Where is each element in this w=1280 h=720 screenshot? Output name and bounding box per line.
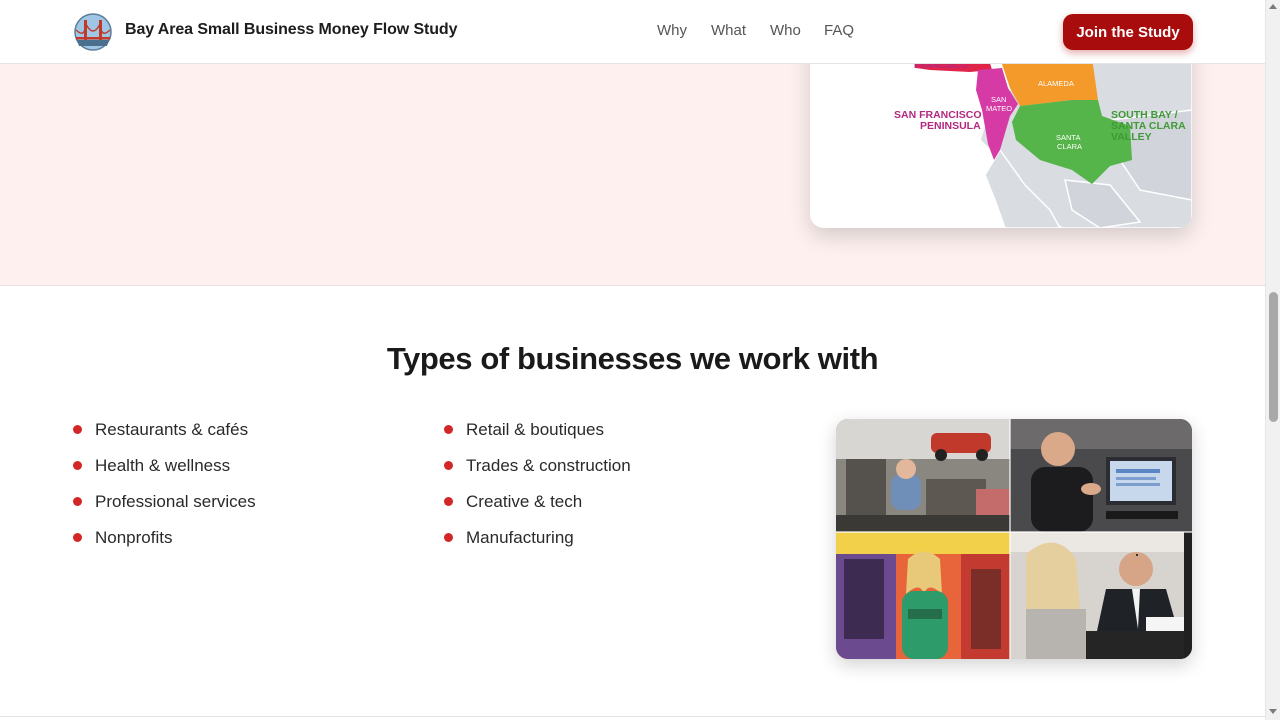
site-header: Bay Area Small Business Money Flow Study… — [0, 0, 1265, 64]
list-item: Nonprofits — [73, 527, 256, 563]
list-item: Creative & tech — [444, 491, 631, 527]
list-item-label: Retail & boutiques — [466, 420, 604, 439]
scrollbar-thumb[interactable] — [1269, 292, 1278, 422]
list-item: Health & wellness — [73, 455, 256, 491]
scroll-down-icon[interactable] — [1269, 709, 1277, 714]
list-item: Retail & boutiques — [444, 419, 631, 455]
label-santa-clara-1: SANTA — [1056, 133, 1080, 142]
business-types-list-b: Retail & boutiques Trades & construction… — [444, 419, 631, 563]
list-item-label: Restaurants & cafés — [95, 420, 249, 439]
list-item: Professional services — [73, 491, 256, 527]
list-item-label: Trades & construction — [466, 456, 631, 475]
label-alameda: ALAMEDA — [1038, 79, 1074, 88]
auto-repair-shop-photo — [836, 419, 1010, 532]
list-item-label: Health & wellness — [95, 456, 231, 475]
nav-link-why[interactable]: Why — [657, 22, 687, 39]
bullet-icon — [444, 461, 453, 470]
list-item-label: Creative & tech — [466, 492, 583, 511]
bullet-icon — [73, 497, 82, 506]
list-item-label: Professional services — [95, 492, 256, 511]
business-meeting-photo — [1010, 532, 1192, 659]
business-types-heading: Types of businesses we work with — [386, 341, 879, 376]
label-south-bay-3: VALLEY — [1111, 131, 1152, 143]
page-scrollbar[interactable] — [1265, 0, 1280, 720]
scroll-up-icon[interactable] — [1269, 4, 1277, 9]
label-san-mateo-1: SAN — [991, 95, 1006, 104]
bullet-icon — [444, 497, 453, 506]
join-study-button[interactable]: Join the Study — [1063, 14, 1193, 50]
bullet-icon — [444, 425, 453, 434]
list-item: Trades & construction — [444, 455, 631, 491]
cafe-owner-photo — [836, 532, 1010, 659]
label-sf-peninsula-2: PENINSULA — [920, 120, 981, 132]
bullet-icon — [73, 425, 82, 434]
bullet-icon — [444, 533, 453, 542]
section-divider — [0, 716, 1265, 717]
site-title[interactable]: Bay Area Small Business Money Flow Study — [125, 21, 458, 39]
bullet-icon — [73, 533, 82, 542]
business-photo-collage — [836, 419, 1192, 659]
nav-link-faq[interactable]: FAQ — [824, 22, 854, 39]
nav-link-what[interactable]: What — [711, 22, 746, 39]
label-santa-clara-2: CLARA — [1057, 142, 1082, 151]
golden-gate-logo-icon[interactable] — [74, 13, 112, 51]
label-san-mateo-2: MATEO — [986, 104, 1012, 113]
list-item: Manufacturing — [444, 527, 631, 563]
business-types-list-a: Restaurants & cafés Health & wellness Pr… — [73, 419, 256, 563]
list-item-label: Nonprofits — [95, 528, 173, 547]
bullet-icon — [73, 461, 82, 470]
list-item-label: Manufacturing — [466, 528, 574, 547]
office-meeting-photo — [1010, 419, 1192, 532]
list-item: Restaurants & cafés — [73, 419, 256, 455]
nav-link-who[interactable]: Who — [770, 22, 801, 39]
